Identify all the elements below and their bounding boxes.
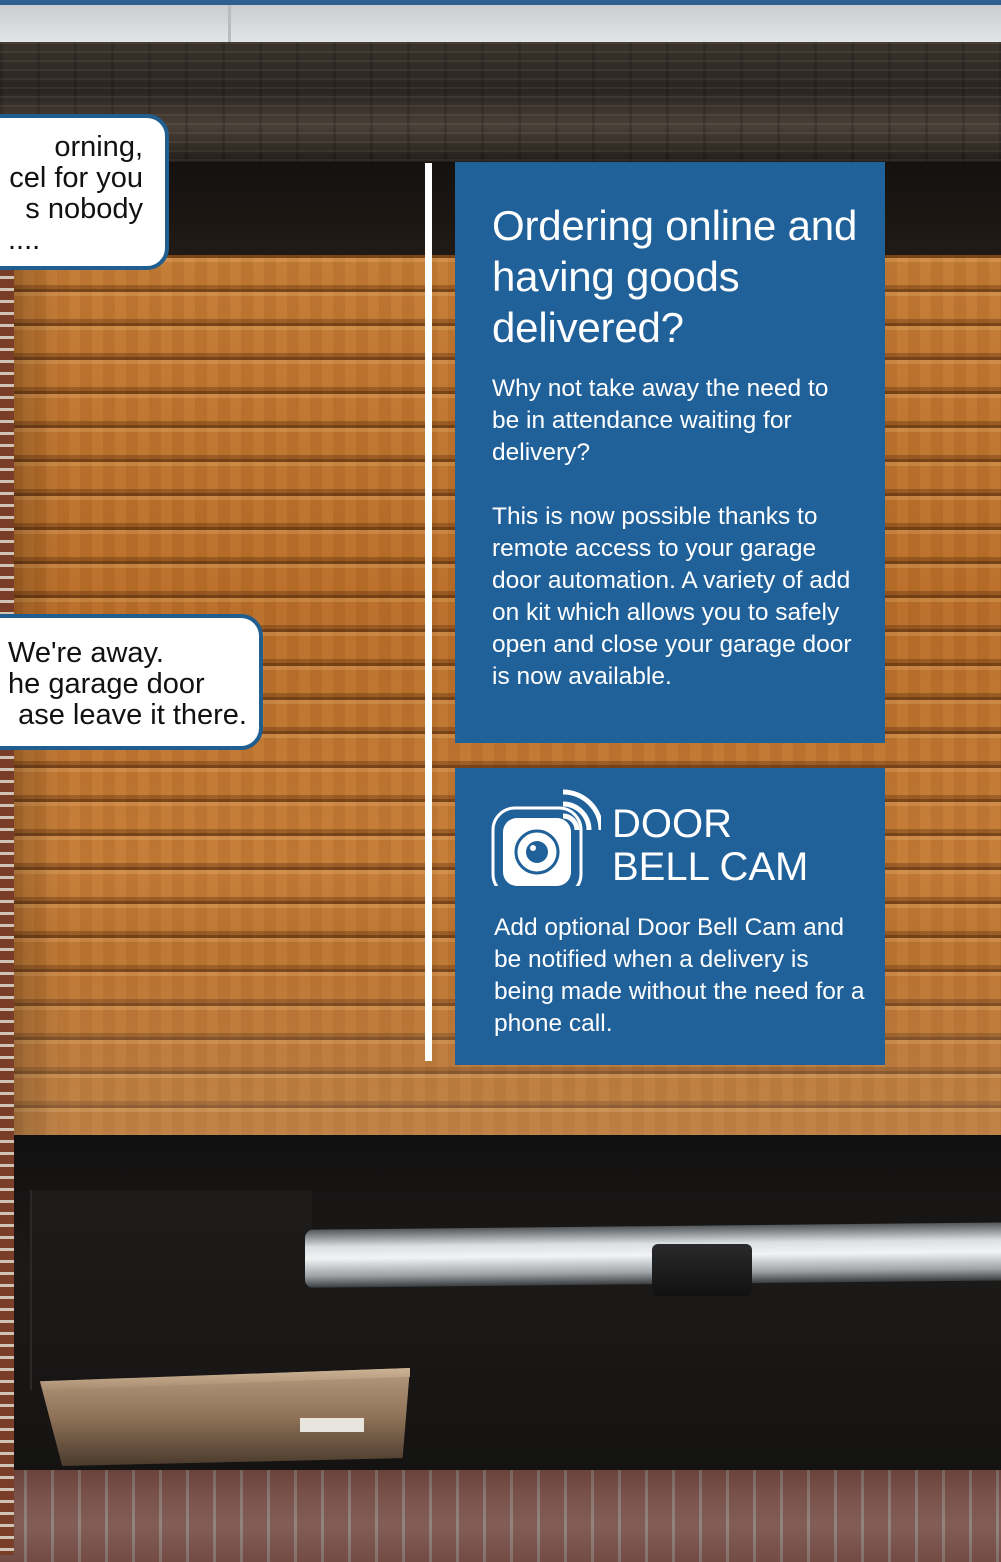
title-line: BELL CAM: [612, 845, 809, 889]
doorbell-cam-description: Add optional Door Bell Cam and be notifi…: [494, 914, 865, 1037]
doorbell-cam-title: DOOR BELL CAM: [612, 803, 808, 889]
parcel-barcode-label: [300, 1418, 364, 1432]
heading-line: having goods: [492, 253, 740, 300]
brick-wall-edge: [0, 255, 14, 1555]
bubble-line: ....: [8, 224, 41, 256]
panel-heading: Ordering online and having goods deliver…: [492, 200, 861, 353]
bubble-line: cel for you: [9, 162, 143, 194]
brick-floor: [0, 1470, 1001, 1562]
panel-paragraph: Why not take away the need to be in atte…: [492, 375, 829, 466]
bubble-line: orning,: [54, 131, 143, 163]
bubble-line: ase leave it there.: [18, 699, 247, 731]
interior-wall-panel: [30, 1190, 312, 1390]
bubble-line: We're away.: [8, 637, 164, 669]
bubble-line: he garage door: [8, 668, 205, 700]
heading-line: Ordering online and: [492, 202, 858, 249]
online-ordering-panel: Ordering online and having goods deliver…: [455, 162, 885, 743]
vertical-divider: [425, 163, 432, 1061]
speech-bubble-courier: orning, cel for you s nobody ....: [0, 114, 169, 270]
speech-bubble-homeowner: We're away. he garage door ase leave it …: [0, 614, 263, 750]
doorbell-cam-panel: DOOR BELL CAM Add optional Door Bell Cam…: [455, 768, 885, 1065]
panel-paragraph: This is now possible thanks to remote ac…: [492, 503, 852, 690]
title-line: DOOR: [612, 802, 732, 846]
bubble-line: s nobody: [25, 193, 143, 225]
top-strip: [0, 0, 1001, 42]
heading-line: delivered?: [492, 304, 684, 351]
door-motor-unit: [652, 1244, 752, 1296]
doorbell-camera-wifi-icon: [491, 789, 601, 896]
